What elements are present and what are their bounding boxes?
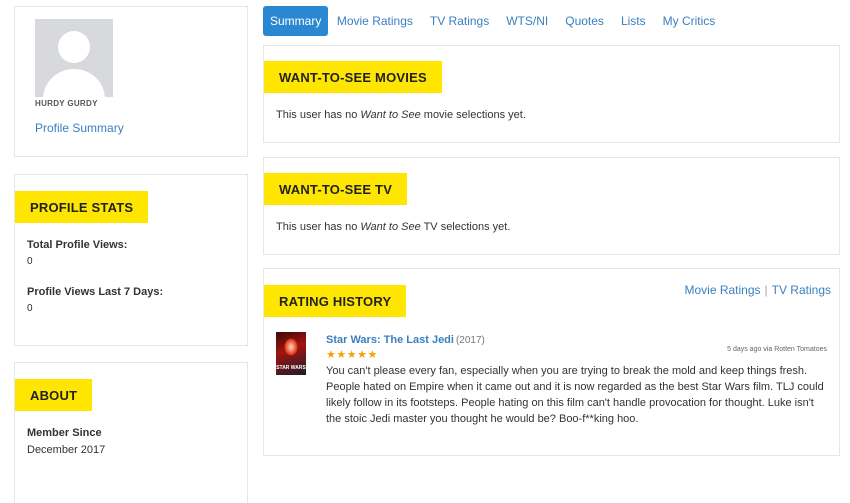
rating-history-panel: RATING HISTORY Movie Ratings | TV Ratings … <box>263 268 840 456</box>
review-meta: 5 days ago via Rotten Tomatoes <box>727 346 827 353</box>
want-to-see-tv-heading: WANT-TO-SEE TV <box>264 173 408 205</box>
tab-movie-ratings[interactable]: Movie Ratings <box>328 6 421 36</box>
star-rating: ★★★★★ <box>326 349 378 361</box>
tab-my-critics[interactable]: My Critics <box>654 6 724 36</box>
views-7days-label: Profile Views Last 7 Days: <box>27 286 164 298</box>
want-to-see-movies-panel: WANT-TO-SEE MOVIES This user has no Want… <box>263 45 840 143</box>
rating-history-movie-ratings-link[interactable]: Movie Ratings <box>684 283 760 297</box>
poster-title-text: STAR WARS <box>276 365 306 371</box>
want-to-see-tv-message: This user has no Want to See TV selectio… <box>276 221 511 233</box>
review-text: You can't please every fan, especially w… <box>326 365 824 425</box>
tab-lists[interactable]: Lists <box>612 6 654 36</box>
member-since-value: December 2017 <box>27 444 106 456</box>
views-7days-value: 0 <box>27 303 33 314</box>
movie-poster[interactable]: STAR WARS <box>276 332 306 375</box>
profile-tabs: Summary Movie Ratings TV Ratings WTS/NI … <box>263 6 724 36</box>
want-to-see-movies-heading: WANT-TO-SEE MOVIES <box>264 61 442 93</box>
tab-summary[interactable]: Summary <box>263 6 329 36</box>
about-heading: ABOUT <box>15 379 93 411</box>
link-separator: | <box>764 283 768 297</box>
profile-panel: HURDY GURDY Profile Summary <box>14 6 248 157</box>
rating-history-links: Movie Ratings | TV Ratings <box>684 283 831 297</box>
member-since-label: Member Since <box>27 427 102 439</box>
tab-quotes[interactable]: Quotes <box>557 6 613 36</box>
rating-history-heading: RATING HISTORY <box>264 285 407 317</box>
tab-wts-ni[interactable]: WTS/NI <box>498 6 557 36</box>
profile-summary-link[interactable]: Profile Summary <box>35 121 124 135</box>
avatar-head-shape <box>58 31 90 63</box>
profile-stats-heading: PROFILE STATS <box>15 191 149 223</box>
username: HURDY GURDY <box>35 99 98 108</box>
total-views-label: Total Profile Views: <box>27 239 128 251</box>
avatar[interactable] <box>35 19 113 97</box>
want-to-see-movies-message: This user has no Want to See movie selec… <box>276 109 526 121</box>
tab-tv-ratings[interactable]: TV Ratings <box>421 6 497 36</box>
poster-artwork <box>284 338 298 356</box>
want-to-see-tv-panel: WANT-TO-SEE TV This user has no Want to … <box>263 157 840 255</box>
avatar-body-shape <box>43 69 105 97</box>
total-views-value: 0 <box>27 256 33 267</box>
movie-title-link[interactable]: Star Wars: The Last Jedi <box>326 334 454 346</box>
rating-history-tv-ratings-link[interactable]: TV Ratings <box>772 283 831 297</box>
movie-year: (2017) <box>455 335 485 346</box>
profile-stats-panel: PROFILE STATS Total Profile Views: 0 Pro… <box>14 174 248 346</box>
about-panel: ABOUT Member Since December 2017 <box>14 362 248 503</box>
movie-title-line: Star Wars: The Last Jedi (2017) <box>326 334 485 346</box>
